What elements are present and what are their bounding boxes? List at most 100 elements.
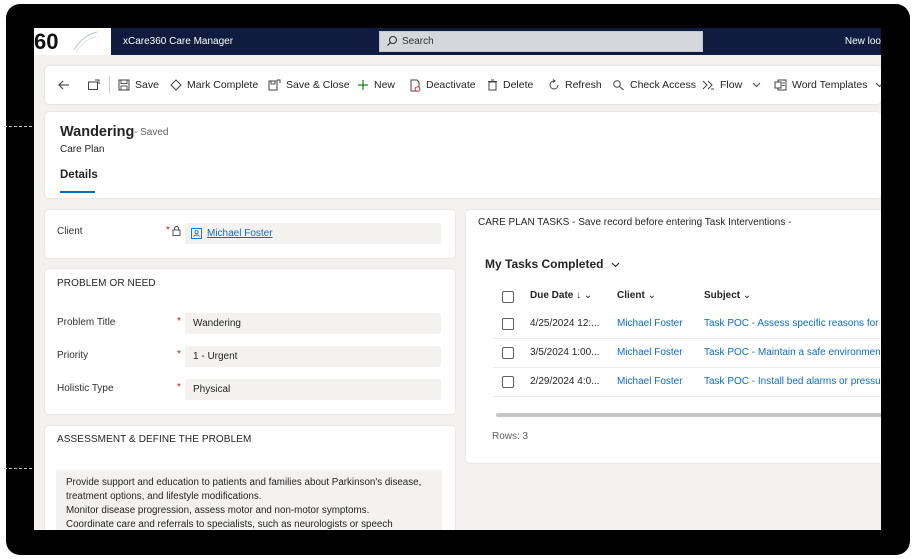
save-icon (118, 79, 130, 91)
logo-text: 60 (34, 29, 59, 54)
chevron-down-icon (752, 82, 761, 88)
column-header-label: Due Date (530, 290, 574, 301)
side-guide-line (4, 126, 32, 127)
horizontal-scrollbar[interactable] (496, 413, 881, 417)
client-link[interactable]: Michael Foster (617, 310, 683, 338)
word-templates-icon (774, 79, 787, 91)
table-row[interactable]: 2/29/2024 4:0... Michael Foster Task POC… (493, 368, 881, 397)
priority-field[interactable]: 1 - Urgent (185, 346, 441, 367)
assessment-textarea[interactable]: Provide support and education to patient… (56, 470, 442, 530)
assessment-line: Provide support and education to patient… (66, 477, 422, 488)
due-date-cell: 2/29/2024 4:0... (530, 376, 600, 387)
row-checkbox[interactable] (502, 318, 514, 330)
holistic-type-label: Holistic Type (57, 383, 114, 394)
active-tab-indicator (60, 191, 95, 193)
back-button[interactable] (57, 66, 75, 104)
column-header-label: Subject (704, 290, 741, 301)
problem-title-label: Problem Title (57, 317, 116, 328)
command-bar: Save Mark Complete Save & Close New Deac… (45, 66, 881, 104)
required-marker: * (166, 225, 170, 236)
due-date-cell: 3/5/2024 1:00... (530, 347, 600, 358)
check-access-label: Check Access (630, 79, 696, 91)
tasks-panel-title: CARE PLAN TASKS - Save record before ent… (478, 217, 792, 228)
table-row[interactable]: 3/5/2024 1:00... Michael Foster Task POC… (493, 339, 881, 368)
deactivate-button[interactable]: Deactivate (409, 66, 476, 104)
save-button[interactable]: Save (118, 66, 159, 104)
save-close-label: Save & Close (286, 79, 350, 91)
logo: 60 (34, 28, 111, 55)
flow-button[interactable]: Flow (702, 66, 766, 104)
record-title: Wandering (60, 124, 135, 140)
column-header-subject[interactable]: Subject ⌄ (704, 290, 751, 301)
column-header-client[interactable]: Client ⌄ (617, 290, 656, 301)
search-icon (387, 35, 398, 46)
search-input[interactable]: Search (379, 31, 703, 52)
open-new-window-icon (88, 79, 100, 90)
word-templates-button[interactable]: Word Templates (774, 66, 881, 104)
app-title[interactable]: xCare360 Care Manager (123, 28, 233, 55)
top-bar: 60 xCare360 Care Manager Search New loo (34, 28, 881, 55)
required-marker: * (177, 316, 181, 327)
tab-details[interactable]: Details (60, 169, 98, 181)
client-link[interactable]: Michael Foster (617, 368, 683, 396)
record-header: Wandering - Saved Care Plan Details (45, 112, 881, 198)
check-access-button[interactable]: Check Access (612, 66, 696, 104)
problem-section-title: PROBLEM OR NEED (57, 278, 156, 289)
save-close-icon (268, 79, 281, 91)
command-separator (109, 76, 110, 94)
delete-label: Delete (503, 79, 534, 91)
client-link[interactable]: Michael Foster (617, 339, 683, 367)
entity-name: Care Plan (60, 144, 105, 155)
open-new-window-button[interactable] (87, 66, 105, 104)
select-all-checkbox[interactable] (502, 291, 514, 303)
app-window: 60 xCare360 Care Manager Search New loo (34, 28, 881, 530)
new-button[interactable]: New (357, 66, 395, 104)
view-name: My Tasks Completed (485, 257, 604, 271)
column-header-due-date[interactable]: Due Date ↓ ⌄ (530, 290, 592, 301)
deactivate-icon (410, 79, 421, 92)
client-section: Client * Michael Foster (45, 210, 455, 258)
mark-complete-icon (170, 79, 182, 91)
row-checkbox[interactable] (502, 347, 514, 359)
chevron-down-icon (876, 82, 881, 88)
assessment-line: treatment options, and lifestyle modific… (66, 491, 262, 502)
rows-count: Rows: 3 (492, 431, 529, 442)
save-label: Save (135, 79, 159, 91)
due-date-cell: 4/25/2024 12:... (530, 318, 600, 329)
problem-title-field[interactable]: Wandering (185, 313, 441, 334)
mark-complete-label: Mark Complete (187, 79, 259, 91)
required-marker: * (177, 349, 181, 360)
delete-icon (488, 79, 497, 91)
row-checkbox[interactable] (502, 376, 514, 388)
table-row[interactable]: 4/25/2024 12:... Michael Foster Task POC… (493, 310, 881, 339)
subject-link[interactable]: Task POC - Assess specific reasons for w… (704, 310, 881, 338)
holistic-type-field[interactable]: Physical (185, 379, 441, 400)
assessment-section: ASSESSMENT & DEFINE THE PROBLEM Provide … (45, 426, 455, 530)
check-access-icon (613, 80, 624, 91)
deactivate-label: Deactivate (426, 79, 476, 91)
subject-link[interactable]: Task POC - Install bed alarms or pressur… (704, 368, 881, 396)
save-status: - Saved (134, 127, 169, 138)
refresh-icon (549, 79, 559, 90)
client-link[interactable]: Michael Foster (207, 223, 273, 244)
save-close-button[interactable]: Save & Close (268, 66, 350, 104)
subject-link[interactable]: Task POC - Maintain a safe environment a (704, 339, 881, 367)
client-lookup-field[interactable]: Michael Foster (185, 223, 441, 244)
contact-card-icon (191, 228, 202, 239)
side-guide-line (4, 468, 32, 469)
assessment-line: Monitor disease progression, assess moto… (66, 505, 370, 516)
assessment-line: Coordinate care and referrals to special… (66, 519, 393, 530)
new-label: New (374, 79, 396, 91)
view-selector[interactable]: My Tasks Completed (485, 257, 620, 271)
word-templates-label: Word Templates (792, 79, 868, 91)
delete-button[interactable]: Delete (487, 66, 533, 104)
refresh-button[interactable]: Refresh (548, 66, 602, 104)
refresh-label: Refresh (565, 79, 602, 91)
chevron-down-icon: ⌄ (742, 290, 752, 301)
flow-label: Flow (720, 79, 743, 91)
new-look-toggle[interactable]: New loo (845, 28, 881, 55)
plus-icon (358, 80, 368, 90)
required-marker: * (177, 382, 181, 393)
mark-complete-button[interactable]: Mark Complete (170, 66, 258, 104)
lock-icon (172, 226, 181, 236)
